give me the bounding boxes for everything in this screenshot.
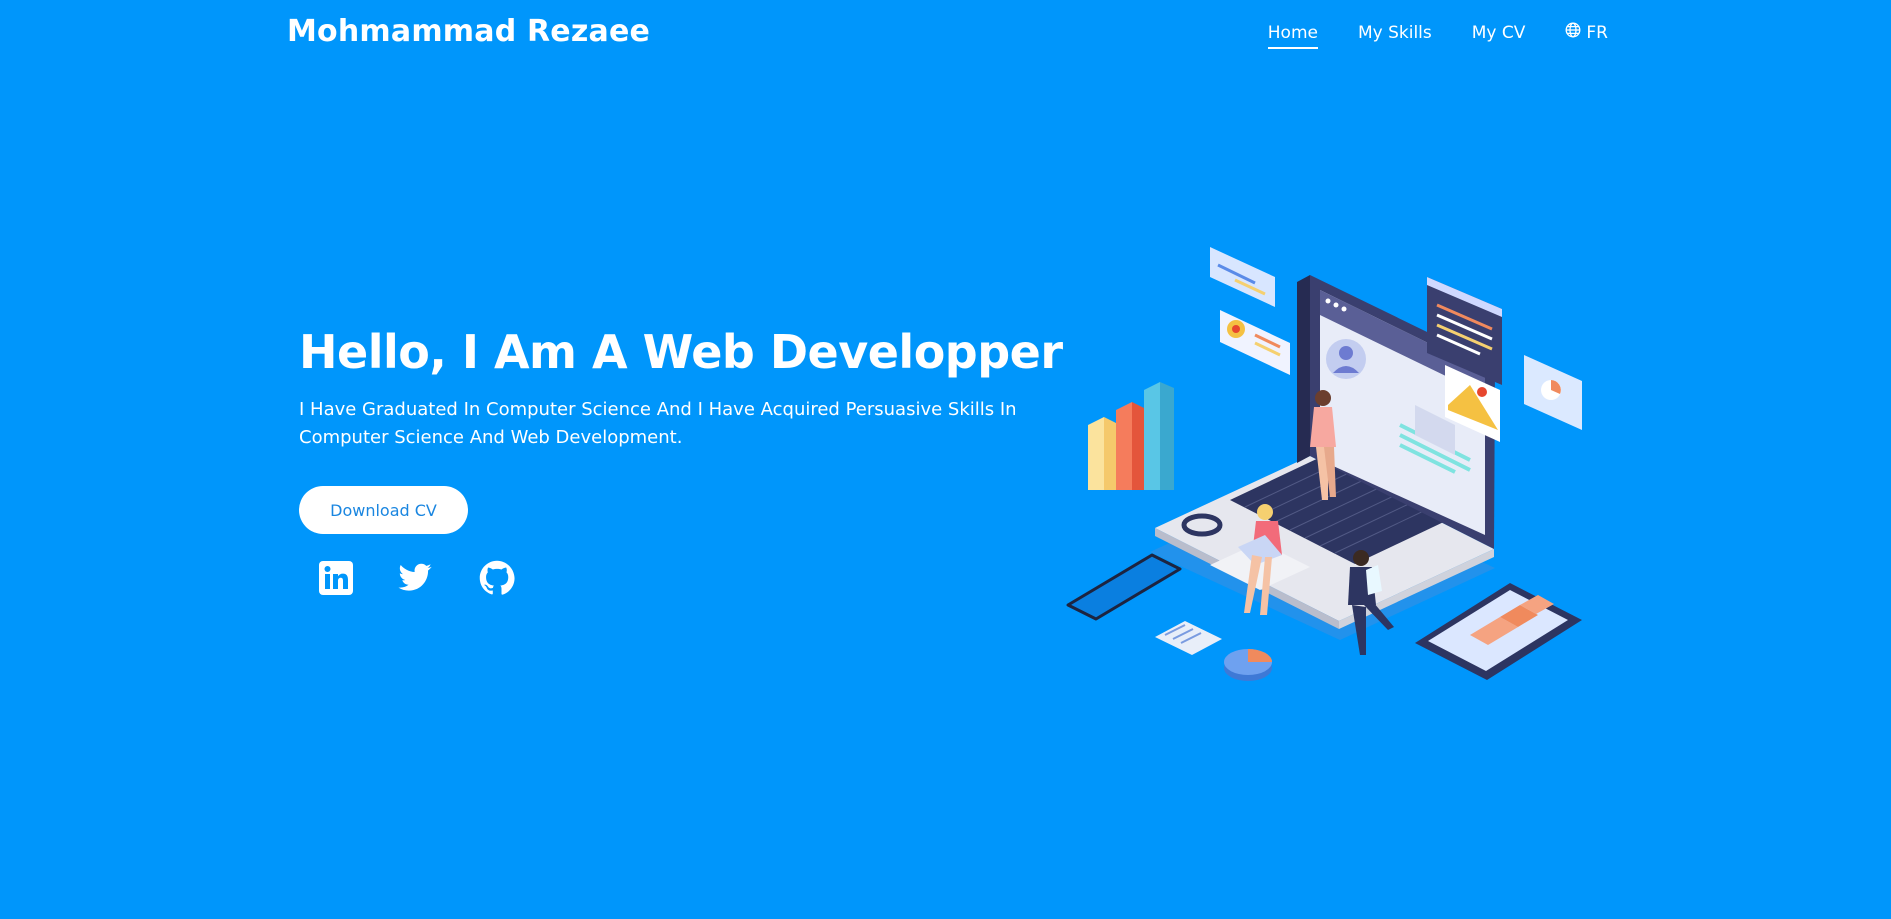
nav-my-skills-link[interactable]: My Skills xyxy=(1358,23,1432,49)
isometric-laptop-illustration xyxy=(1060,235,1600,695)
hero-title: Hello, I Am A Web Developper xyxy=(299,325,1063,379)
github-icon[interactable] xyxy=(477,558,517,598)
site-brand[interactable]: Mohmammad Rezaee xyxy=(287,14,650,49)
nav-my-cv-link[interactable]: My CV xyxy=(1472,23,1526,49)
language-label: FR xyxy=(1586,22,1608,43)
twitter-icon[interactable] xyxy=(395,558,435,598)
download-cv-button[interactable]: Download CV xyxy=(299,486,468,534)
nav-links: Home My Skills My CV FR xyxy=(1267,22,1608,49)
language-switch[interactable]: FR xyxy=(1565,22,1608,49)
hero-description: I Have Graduated In Computer Science And… xyxy=(299,399,1017,448)
hero-text: Hello, I Am A Web Developper I Have Grad… xyxy=(299,322,1063,452)
nav-home-link[interactable]: Home xyxy=(1267,23,1319,49)
navbar: Mohmammad Rezaee Home My Skills My CV FR xyxy=(0,0,1891,68)
linkedin-icon[interactable] xyxy=(316,558,356,598)
globe-icon xyxy=(1565,22,1581,43)
